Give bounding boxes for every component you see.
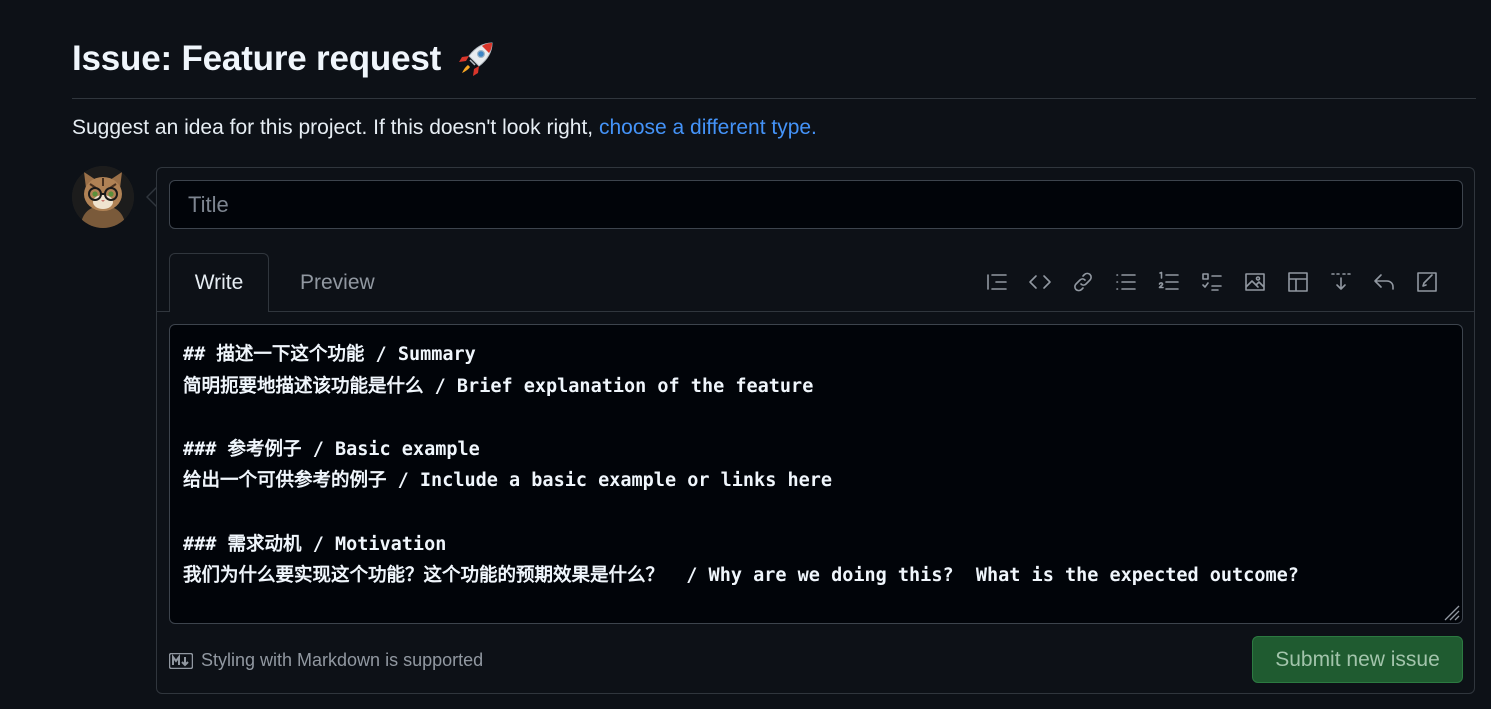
reply-button[interactable] [1362, 264, 1405, 300]
choose-different-type-link[interactable]: choose a different type. [599, 116, 817, 139]
markdown-toolbar [975, 264, 1448, 300]
link-button[interactable] [1061, 264, 1104, 300]
image-button[interactable] [1233, 264, 1276, 300]
markdown-note-text: Styling with Markdown is supported [201, 650, 484, 670]
bulleted-list-button[interactable] [1104, 264, 1147, 300]
editor-line: ### 需求动机 / Motivation [183, 533, 447, 555]
numbered-list-icon [1158, 271, 1179, 290]
edit-icon [1416, 272, 1437, 292]
editor-line: 我们为什么要实现这个功能？这个功能的预期效果是什么？ / Why are we … [183, 565, 1299, 587]
task-list-icon [1201, 273, 1222, 291]
page-title-text: Issue: Feature request [72, 39, 442, 78]
rocket-icon [459, 42, 493, 76]
submit-new-issue-button[interactable]: Submit new issue [1252, 636, 1463, 683]
subtitle: Suggest an idea for this project. If thi… [72, 116, 817, 140]
tab-write[interactable]: Write [169, 253, 269, 312]
editor-line: 简明扼要地描述该功能是什么 / Brief explanation of the… [183, 375, 814, 397]
bulleted-list-icon [1115, 274, 1136, 290]
cat-avatar-icon [72, 166, 134, 228]
collapsed-section-icon [1330, 273, 1351, 290]
page-title: Issue: Feature request [72, 38, 497, 80]
markdown-icon [169, 652, 193, 669]
title-divider [72, 98, 1476, 99]
title-input[interactable] [169, 180, 1463, 229]
reply-icon [1373, 274, 1394, 290]
avatar[interactable] [72, 166, 134, 228]
markdown-note[interactable]: Styling with Markdown is supported [169, 650, 483, 671]
resize-grip-icon[interactable] [1440, 601, 1460, 621]
edit-button[interactable] [1405, 264, 1448, 300]
link-icon [1073, 272, 1092, 292]
task-list-button[interactable] [1190, 264, 1233, 300]
heading-icon [986, 274, 1007, 290]
code-button[interactable] [1018, 264, 1061, 300]
editor-line: ## 描述一下这个功能 / Summary [183, 344, 476, 365]
numbered-list-button[interactable] [1147, 264, 1190, 300]
collapsed-section-button[interactable] [1319, 264, 1362, 300]
image-icon [1244, 273, 1265, 291]
issue-body-textarea[interactable]: ## 描述一下这个功能 / Summary 简明扼要地描述该功能是什么 / Bri… [169, 324, 1463, 624]
tab-preview[interactable]: Preview [285, 253, 390, 312]
code-icon [1028, 275, 1051, 289]
heading-button[interactable] [975, 264, 1018, 300]
table-icon [1287, 272, 1308, 292]
subtitle-text: Suggest an idea for this project. If thi… [72, 116, 599, 139]
table-button[interactable] [1276, 264, 1319, 300]
editor-line: ### 参考例子 / Basic example [183, 438, 480, 460]
editor-line: 给出一个可供参考的例子 / Include a basic example or… [183, 470, 833, 492]
